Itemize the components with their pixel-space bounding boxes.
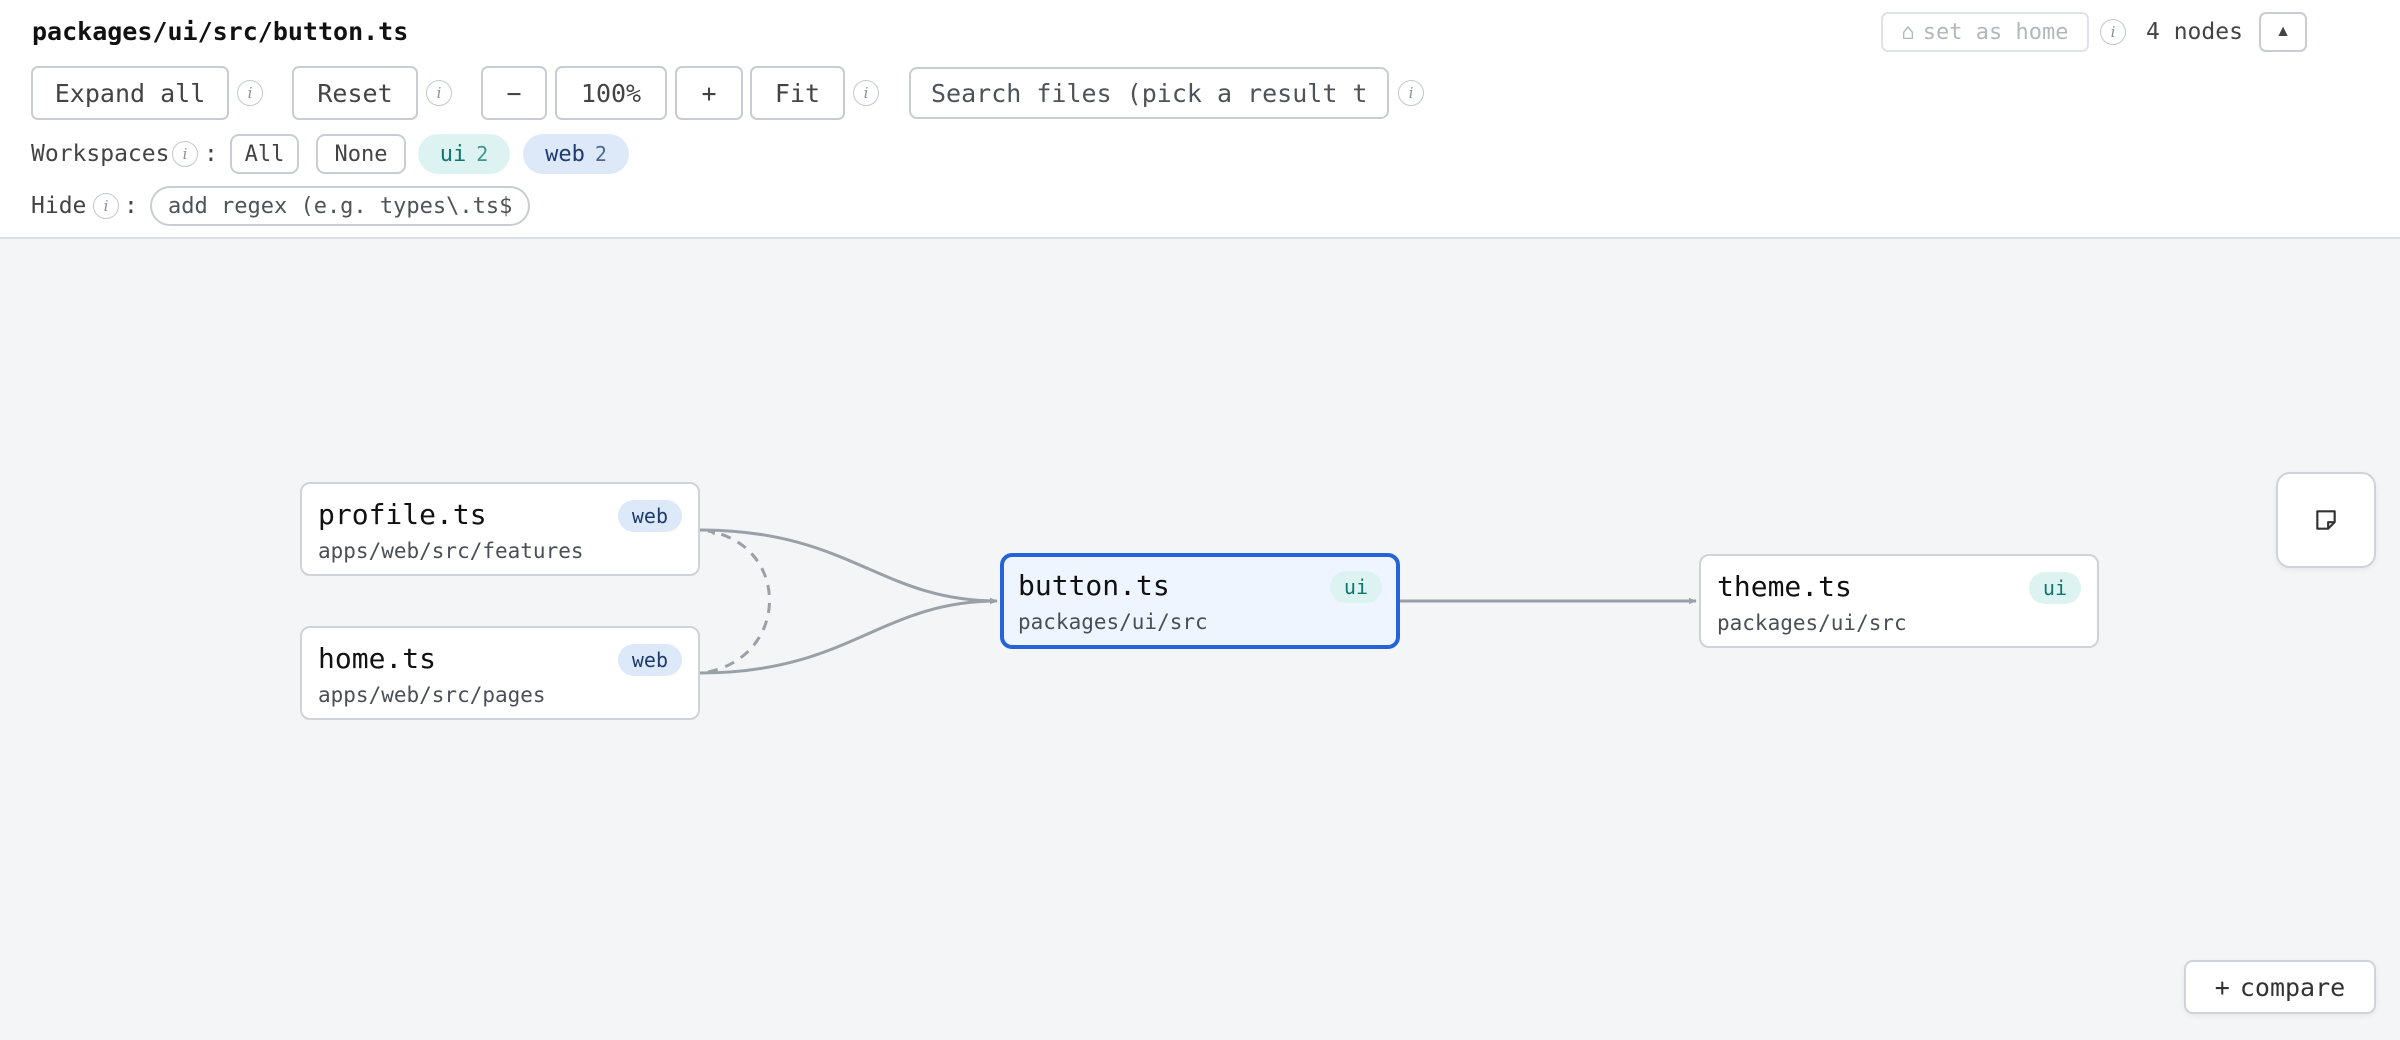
node-file-dir: apps/web/src/features: [318, 539, 584, 563]
node-file-dir: packages/ui/src: [1717, 611, 1907, 635]
edge-home-to-button: [699, 597, 998, 675]
compare-label: compare: [2239, 972, 2346, 1002]
node-workspace-badge: web: [617, 644, 682, 676]
notes-button[interactable]: [2276, 472, 2376, 568]
node-file-name: home.ts: [318, 642, 437, 675]
graph-node-button-selected[interactable]: button.ts packages/ui/src ui: [1000, 553, 1400, 649]
node-workspace-badge: ui: [1329, 571, 1382, 603]
graph-node-home[interactable]: home.ts apps/web/src/pages web: [300, 626, 700, 720]
edge-profile-to-button: [699, 528, 998, 605]
graph-node-profile[interactable]: profile.ts apps/web/src/features web: [300, 482, 700, 576]
node-workspace-badge: web: [617, 500, 682, 532]
compare-button[interactable]: + compare: [2184, 960, 2376, 1014]
node-workspace-badge: ui: [2028, 572, 2081, 604]
node-file-name: theme.ts: [1717, 570, 1852, 603]
node-file-dir: packages/ui/src: [1018, 610, 1208, 634]
sticky-note-icon: [2316, 510, 2336, 530]
node-file-name: button.ts: [1018, 569, 1170, 602]
node-file-dir: apps/web/src/pages: [318, 683, 546, 707]
graph-node-theme[interactable]: theme.ts packages/ui/src ui: [1699, 554, 2099, 648]
edge-home-to-profile-dashed: [707, 529, 771, 674]
node-file-name: profile.ts: [318, 498, 487, 531]
plus-icon: +: [2214, 972, 2230, 1002]
